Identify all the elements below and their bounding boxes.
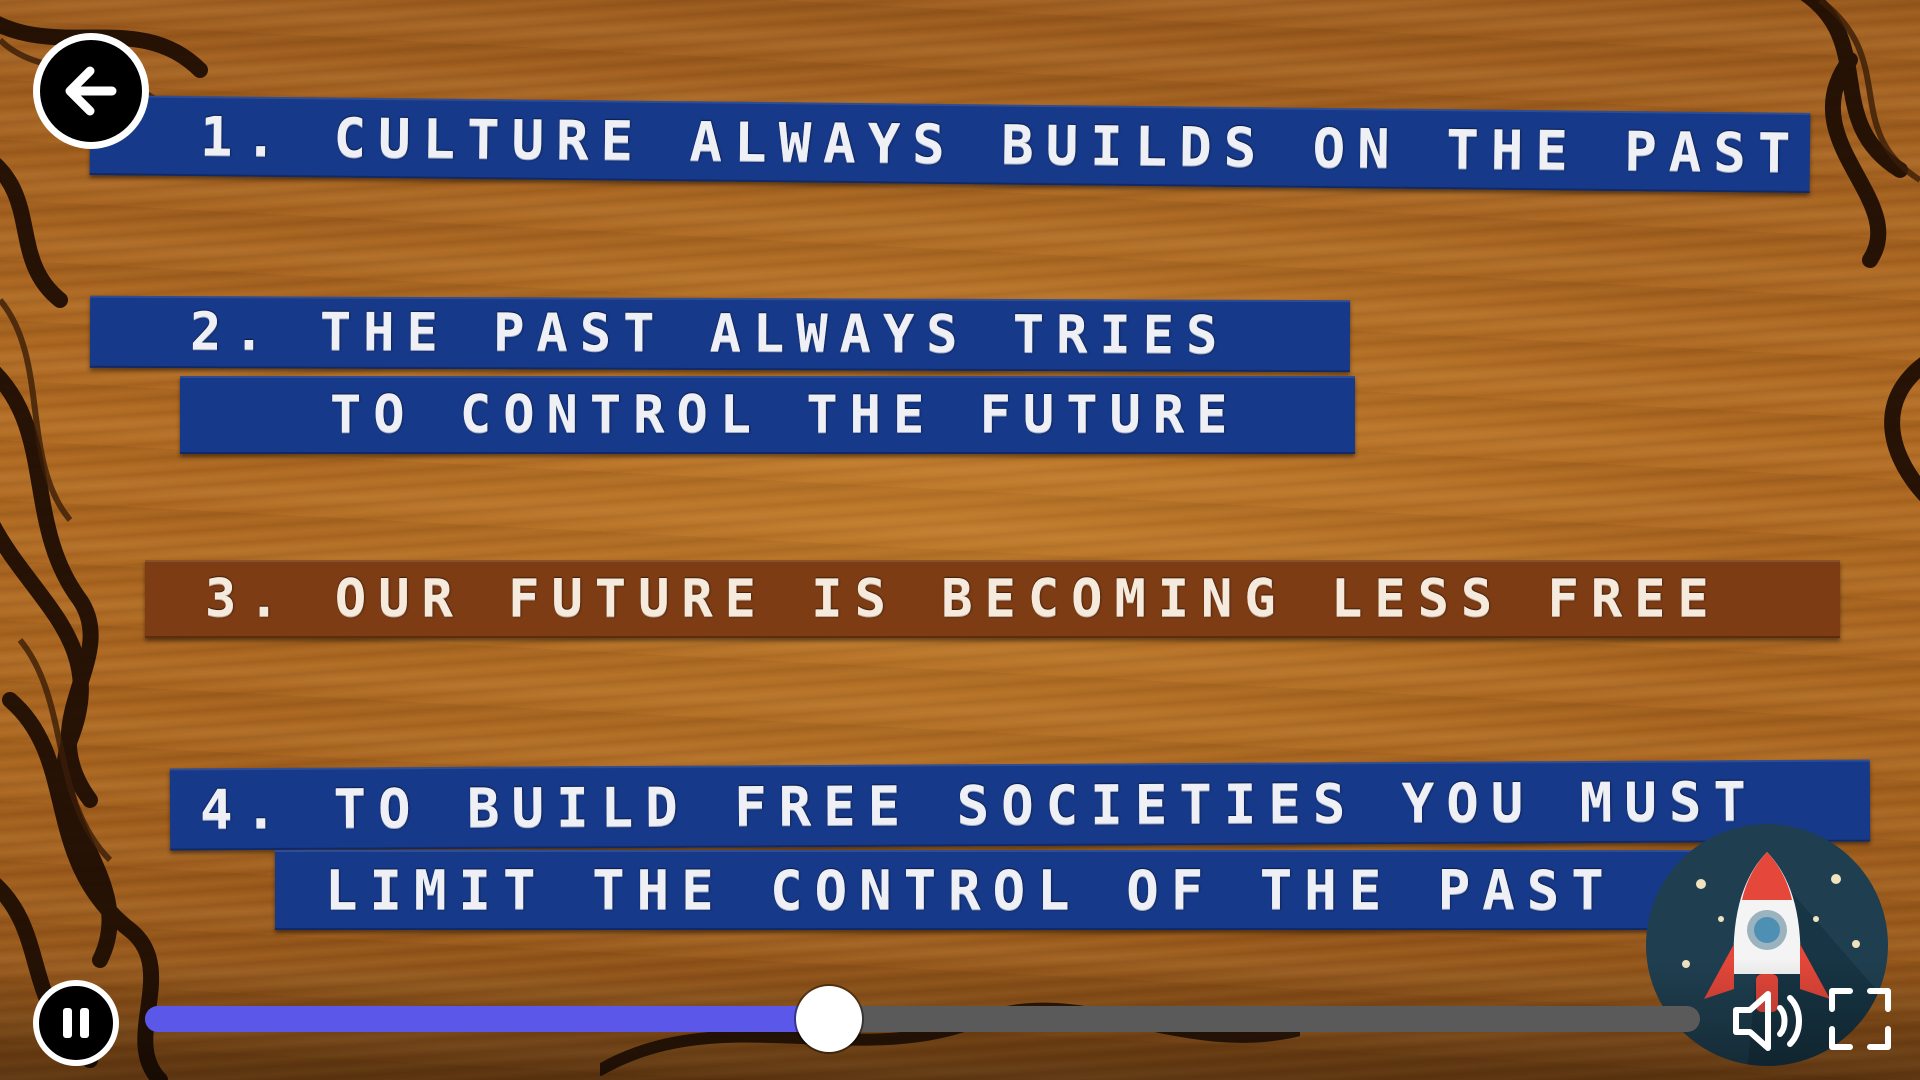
volume-button[interactable] (1728, 986, 1812, 1056)
label-4-text-line1: 4. TO BUILD FREE SOCIETIES YOU MUST (199, 769, 1759, 841)
label-tape-2b: TO CONTROL THE FUTURE (180, 376, 1355, 454)
volume-icon (1730, 988, 1810, 1054)
label-tape-3: 3. OUR FUTURE IS BECOMING LESS FREE (145, 560, 1840, 638)
back-button[interactable] (33, 33, 149, 149)
progress-track[interactable] (145, 986, 1700, 1052)
video-frame[interactable]: 1. CULTURE ALWAYS BUILDS ON THE PAST 2. … (0, 0, 1920, 1080)
label-1-text: 1. CULTURE ALWAYS BUILDS ON THE PAST (199, 104, 1803, 185)
label-tape-2a: 2. THE PAST ALWAYS TRIES (89, 295, 1351, 373)
pause-button[interactable] (33, 980, 119, 1066)
progress-thumb[interactable] (796, 986, 862, 1052)
label-2-text-line1: 2. THE PAST ALWAYS TRIES (189, 302, 1230, 366)
pause-icon (56, 1003, 96, 1043)
label-4-text-line2: LIMIT THE CONTROL OF THE PAST (325, 858, 1616, 922)
fullscreen-button[interactable] (1826, 982, 1894, 1056)
label-tape-4b: LIMIT THE CONTROL OF THE PAST (275, 850, 1745, 930)
label-tape-4a: 4. TO BUILD FREE SOCIETIES YOU MUST (169, 759, 1871, 851)
progress-fill (145, 1006, 829, 1032)
arrow-left-icon (54, 54, 128, 128)
label-3-text: 3. OUR FUTURE IS BECOMING LESS FREE (205, 569, 1721, 629)
label-2-text-line2: TO CONTROL THE FUTURE (330, 385, 1240, 445)
fullscreen-icon (1828, 987, 1892, 1051)
